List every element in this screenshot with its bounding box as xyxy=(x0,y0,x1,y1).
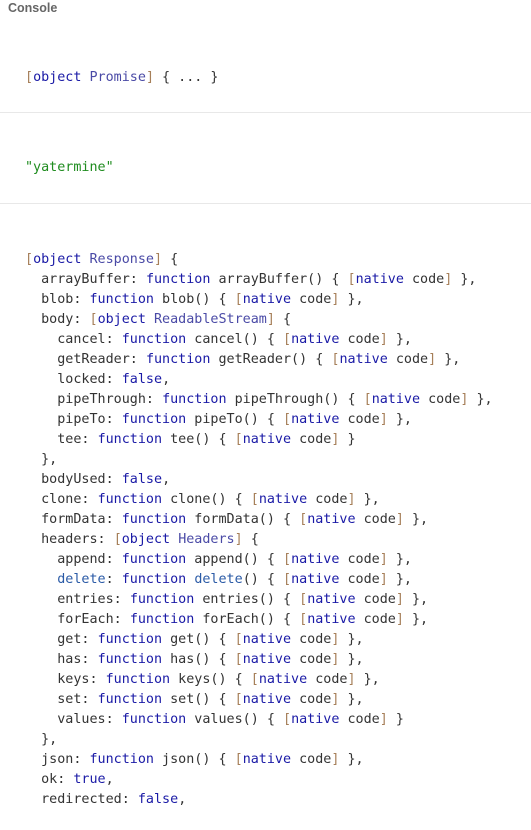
console-line: get: function get() { [native code] }, xyxy=(25,632,364,647)
console-line: entries: function entries() { [native co… xyxy=(25,592,429,607)
console-line: arrayBuffer: function arrayBuffer() { [n… xyxy=(25,272,477,287)
console-line: }, xyxy=(25,452,58,467)
console-line: pipeTo: function pipeTo() { [native code… xyxy=(25,412,412,427)
console-line: cancel: function cancel() { [native code… xyxy=(25,332,412,347)
console-line: keys: function keys() { [native code] }, xyxy=(25,672,380,687)
console-line: locked: false, xyxy=(25,372,171,387)
console-line: json: function json() { [native code] }, xyxy=(25,752,364,767)
console-line: }, xyxy=(25,732,58,747)
console-line: getReader: function getReader() { [nativ… xyxy=(25,352,461,367)
console-line: clone: function clone() { [native code] … xyxy=(25,492,380,507)
console-line: set: function set() { [native code] }, xyxy=(25,692,364,707)
console-line: blob: function blob() { [native code] }, xyxy=(25,292,364,307)
console-line: has: function has() { [native code] }, xyxy=(25,652,364,667)
console-line: values: function values() { [native code… xyxy=(25,712,404,727)
console-line: ok: true, xyxy=(25,772,114,787)
console-line: pipeThrough: function pipeThrough() { [n… xyxy=(25,392,493,407)
console-entry-promise[interactable]: [object Promise] { ... } xyxy=(0,20,531,113)
console-line: bodyUsed: false, xyxy=(25,472,171,487)
console-line: body: [object ReadableStream] { xyxy=(25,312,292,327)
console-line: redirected: false, xyxy=(25,792,187,807)
console-line: headers: [object Headers] { xyxy=(25,532,259,547)
console-line: [object Response] { xyxy=(25,252,179,267)
response-object-lines: [object Response] { arrayBuffer: functio… xyxy=(25,250,531,810)
console-line: append: function append() { [native code… xyxy=(25,552,412,567)
console-line: forEach: function forEach() { [native co… xyxy=(25,612,429,627)
console-line: [object Promise] { ... } xyxy=(25,70,219,85)
console-line: "yatermine" xyxy=(25,160,114,175)
console-entry-response[interactable]: [object Response] { arrayBuffer: functio… xyxy=(0,204,531,830)
console-entry-string[interactable]: "yatermine" xyxy=(0,113,531,204)
console-panel-title: Console xyxy=(8,1,58,15)
console-line: tee: function tee() { [native code] } xyxy=(25,432,356,447)
console-line: formData: function formData() { [native … xyxy=(25,512,429,527)
console-line: delete: function delete() { [native code… xyxy=(57,572,412,587)
